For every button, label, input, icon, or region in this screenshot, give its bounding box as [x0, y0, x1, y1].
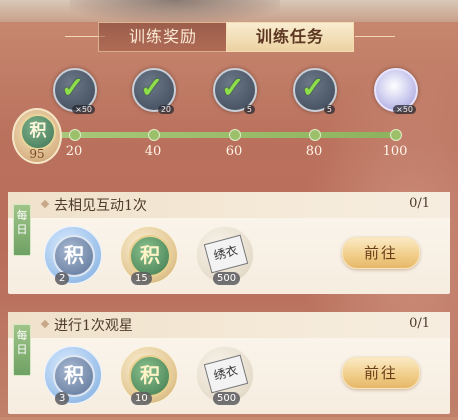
- reward-item[interactable]: 积 15: [120, 226, 178, 285]
- milestone-60-reward[interactable]: ✓ 5: [213, 68, 257, 114]
- task-progress: 0/1: [409, 196, 430, 211]
- reward-item[interactable]: 积 2: [44, 226, 102, 285]
- task-title: 进行1次观星: [54, 318, 133, 334]
- daily-tag: 每日: [13, 324, 31, 376]
- check-icon: ✓: [140, 71, 164, 104]
- milestone-count: 5: [243, 105, 255, 114]
- task-card: 每日 进行1次观星 0/1 积 3 积 10 绣衣 500 前往: [8, 312, 450, 414]
- milestone-label: 100: [382, 144, 408, 159]
- milestone-label: 60: [225, 144, 243, 159]
- go-button[interactable]: 前往: [342, 237, 420, 269]
- progress-node: [390, 129, 402, 141]
- check-icon: ✓: [301, 71, 325, 104]
- task-card: 每日 去相见互动1次 0/1 积 2 积 15 绣衣 500 前往: [8, 192, 450, 294]
- go-button[interactable]: 前往: [342, 357, 420, 389]
- daily-tag: 每日: [13, 204, 31, 256]
- reward-quantity: 15: [131, 272, 152, 285]
- points-coin-icon: 积: [20, 114, 56, 150]
- reward-quantity: 10: [131, 392, 152, 405]
- silver-points-coin-icon: 积: [53, 235, 95, 277]
- milestone-40-reward[interactable]: ✓ 20: [132, 68, 176, 114]
- reward-quantity: 500: [213, 272, 241, 285]
- milestone-20-reward[interactable]: ✓ ×50: [53, 68, 97, 114]
- milestone-count: 5: [323, 105, 335, 114]
- milestone-count: ×50: [393, 105, 416, 114]
- current-points-value: 95: [29, 147, 45, 161]
- milestone-count: 20: [157, 105, 174, 114]
- green-points-coin-icon: 积: [129, 355, 171, 397]
- embroidered-scroll-icon: 绣衣: [203, 234, 249, 274]
- current-points-badge: 积 95: [12, 108, 62, 164]
- milestone-80-reward[interactable]: ✓ 5: [293, 68, 337, 114]
- progress-node: [309, 129, 321, 141]
- milestone-count: ×50: [72, 105, 95, 114]
- progress-node: [69, 129, 81, 141]
- reward-quantity: 3: [55, 392, 70, 405]
- reward-item[interactable]: 积 10: [120, 346, 178, 405]
- check-icon: ✓: [61, 71, 85, 104]
- task-progress: 0/1: [409, 316, 430, 331]
- tab-bar: 训练奖励 训练任务: [65, 22, 395, 52]
- tab-training-tasks[interactable]: 训练任务: [226, 22, 354, 52]
- check-icon: ✓: [221, 71, 245, 104]
- milestone-label: 80: [305, 144, 323, 159]
- reward-item[interactable]: 积 3: [44, 346, 102, 405]
- embroidered-scroll-icon: 绣衣: [203, 354, 249, 394]
- task-title: 去相见互动1次: [54, 198, 147, 214]
- silver-points-coin-icon: 积: [53, 355, 95, 397]
- progress-node: [229, 129, 241, 141]
- reward-item[interactable]: 绣衣 500: [196, 226, 254, 285]
- progress-node: [148, 129, 160, 141]
- reward-item[interactable]: 绣衣 500: [196, 346, 254, 405]
- reward-quantity: 2: [55, 272, 70, 285]
- green-points-coin-icon: 积: [129, 235, 171, 277]
- reward-quantity: 500: [213, 392, 241, 405]
- background-figure: [70, 0, 280, 22]
- milestone-100-reward[interactable]: ×50: [374, 68, 418, 114]
- tab-bar-ornament-right: [355, 36, 395, 37]
- milestone-label: 40: [144, 144, 162, 159]
- tab-training-rewards[interactable]: 训练奖励: [98, 22, 227, 52]
